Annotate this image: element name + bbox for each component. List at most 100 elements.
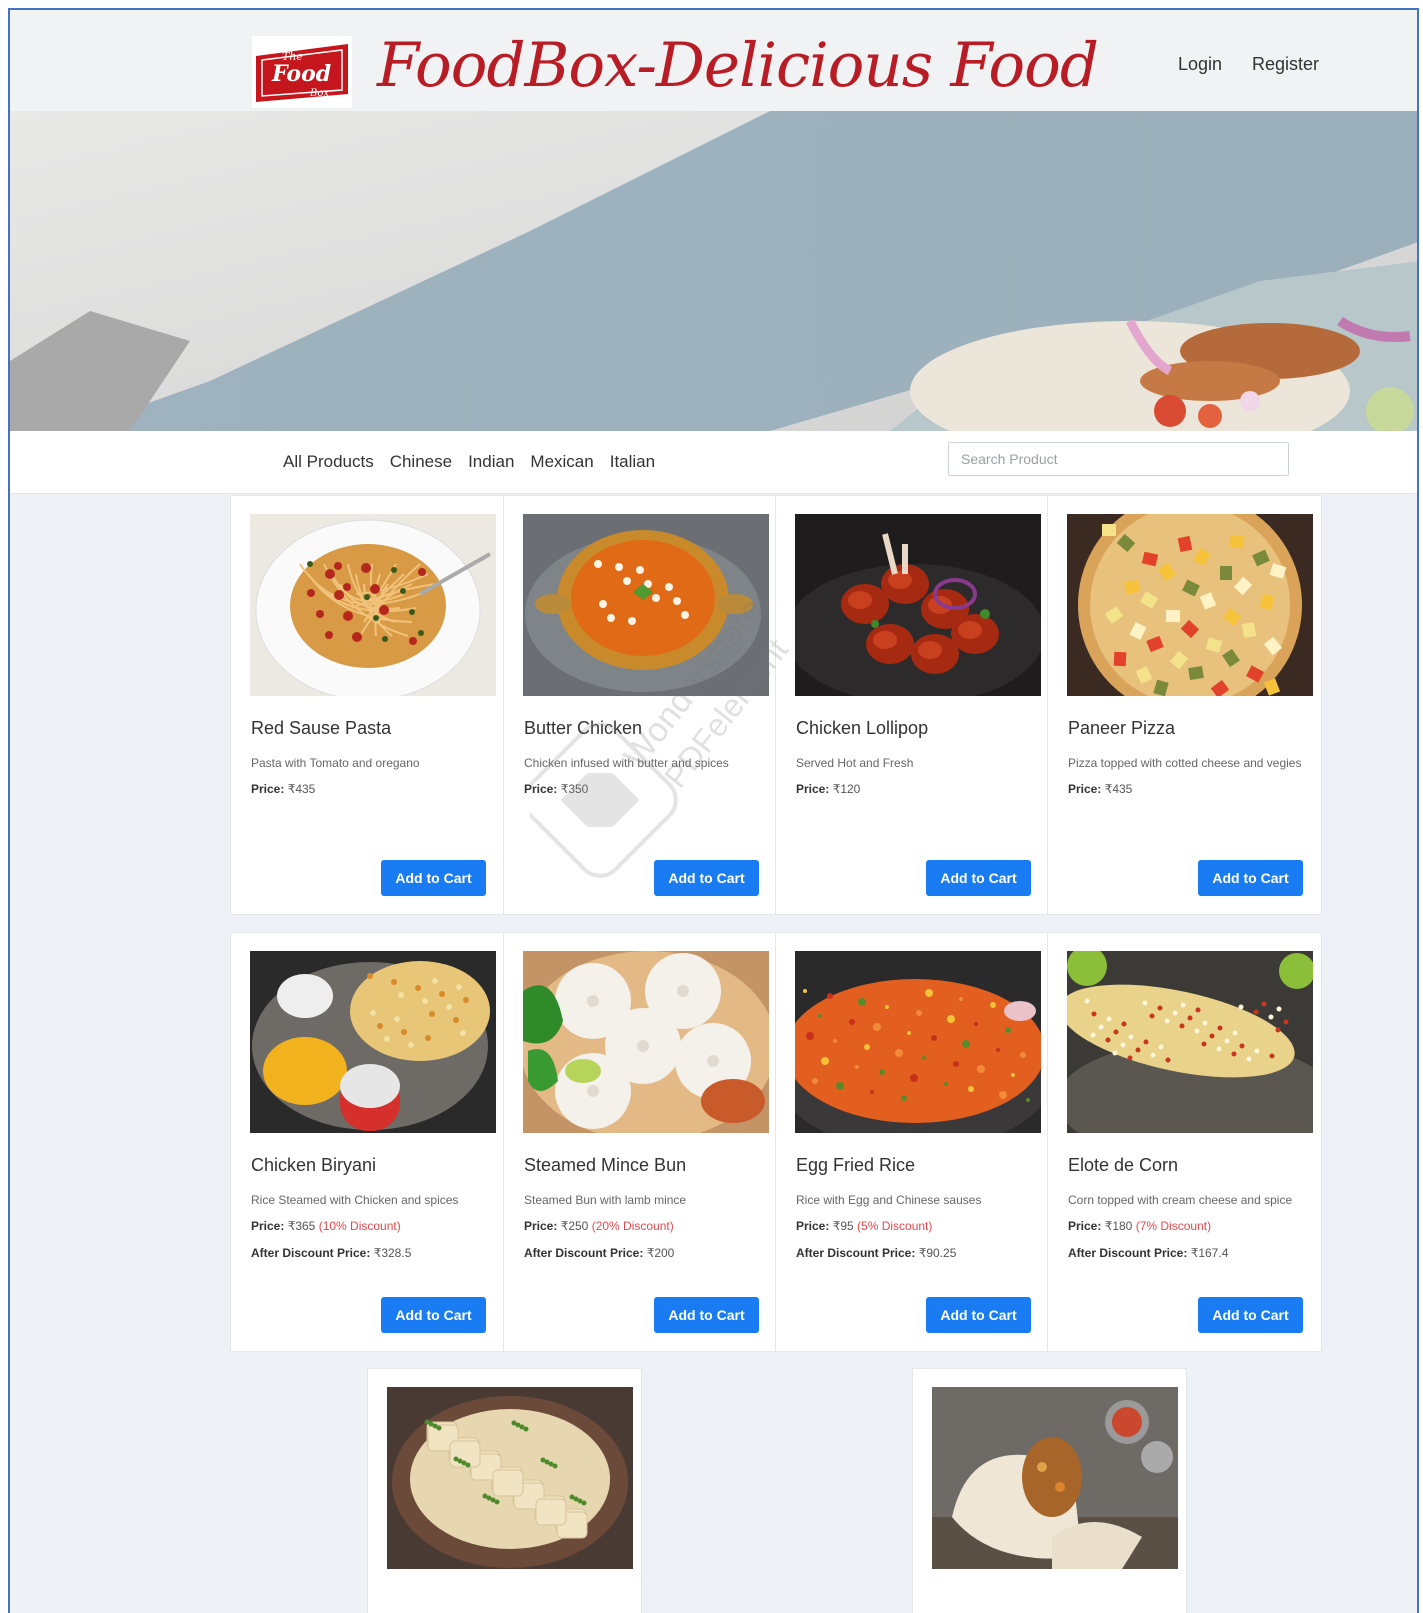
product-description: Rice Steamed with Chicken and spices Pri… [251,1191,491,1262]
ravioli-image[interactable] [387,1387,633,1569]
product-price: Price: ₹180 (7% Discount) [1068,1217,1308,1235]
product-card: Steamed Mince Bun Steamed Bun with lamb … [503,932,778,1352]
price-label: Price: [1068,1219,1102,1233]
product-title: Chicken Lollipop [796,718,929,738]
after-discount-label: After Discount Price: [251,1246,371,1260]
price-label: Price: [251,1219,285,1233]
price-label: Price: [524,782,558,796]
steamed-bun-image[interactable] [523,951,769,1133]
product-description-text: Rice with Egg and Chinese sauses [796,1193,982,1207]
add-to-cart-button[interactable]: Add to Cart [926,860,1031,896]
add-to-cart-button[interactable]: Add to Cart [654,860,759,896]
product-description: Pasta with Tomato and oregano Price: ₹43… [251,754,491,798]
price-value: ₹120 [832,782,861,796]
product-price: Price: ₹120 [796,780,1036,798]
product-title: Paneer Pizza [1068,718,1176,738]
foodbox-logo[interactable]: The Food Box [252,36,352,108]
product-description-text: Rice Steamed with Chicken and spices [251,1193,459,1207]
product-description-text: Chicken infused with butter and spices [524,756,729,770]
product-title: Chicken Biryani [251,1155,377,1175]
product-price: Price: ₹250 (20% Discount) [524,1217,764,1235]
category-nav: All Products Chinese Indian Mexican Ital… [10,431,1417,494]
after-discount-value: ₹167.4 [1190,1246,1229,1260]
product-price: Price: ₹350 [524,780,764,798]
product-description-text: Served Hot and Fresh [796,756,914,770]
logo-text-box: Box [309,88,329,99]
price-label: Price: [1068,782,1102,796]
add-to-cart-button[interactable]: Add to Cart [926,1297,1031,1333]
discount-badge: (20% Discount) [591,1219,674,1233]
after-discount-price: After Discount Price: ₹200 [524,1244,764,1262]
product-title: Red Sause Pasta [251,718,392,738]
egg-fried-rice-image[interactable] [795,951,1041,1133]
discount-badge: (5% Discount) [857,1219,933,1233]
after-discount-value: ₹200 [646,1246,675,1260]
brand-title: FoodBox-Delicious Food [377,30,1099,101]
chicken-lollipop-image[interactable] [795,514,1041,696]
login-link[interactable]: Login [1178,54,1222,75]
after-discount-price: After Discount Price: ₹328.5 [251,1244,491,1262]
price-value: ₹435 [1104,782,1133,796]
category-italian[interactable]: Italian [610,452,655,472]
burrito-image[interactable] [932,1387,1178,1569]
product-card [912,1368,1187,1613]
price-label: Price: [796,1219,830,1233]
category-list: All Products Chinese Indian Mexican Ital… [283,452,655,472]
discount-badge: (10% Discount) [318,1219,401,1233]
price-value: ₹250 [560,1219,589,1233]
product-description-text: Corn topped with cream cheese and spice [1068,1193,1293,1207]
search-input[interactable] [948,442,1289,476]
price-value: ₹350 [560,782,589,796]
product-description-text: Pizza topped with cotted cheese and vegi… [1068,756,1302,770]
product-price: Price: ₹95 (5% Discount) [796,1217,1036,1235]
page-frame: The Food Box FoodBox-Delicious Food Logi… [8,8,1419,1613]
product-description: Served Hot and Fresh Price: ₹120 [796,754,1036,798]
product-title: Egg Fried Rice [796,1155,916,1175]
add-to-cart-button[interactable]: Add to Cart [381,860,486,896]
product-title: Steamed Mince Bun [524,1155,687,1175]
product-price: Price: ₹435 [1068,780,1308,798]
add-to-cart-button[interactable]: Add to Cart [1198,1297,1303,1333]
product-card: Butter Chicken Chicken infused with butt… [503,495,778,915]
product-card: Paneer Pizza Pizza topped with cotted ch… [1047,495,1322,915]
product-price: Price: ₹365 (10% Discount) [251,1217,491,1235]
product-description: Rice with Egg and Chinese sauses Price: … [796,1191,1036,1262]
product-price: Price: ₹435 [251,780,491,798]
register-link[interactable]: Register [1252,54,1319,75]
price-label: Price: [796,782,830,796]
add-to-cart-button[interactable]: Add to Cart [381,1297,486,1333]
product-description: Chicken infused with butter and spices P… [524,754,764,798]
product-card: Elote de Corn Corn topped with cream che… [1047,932,1322,1352]
butter-chicken-image[interactable] [523,514,769,696]
add-to-cart-button[interactable]: Add to Cart [1198,860,1303,896]
after-discount-value: ₹90.25 [918,1246,957,1260]
after-discount-price: After Discount Price: ₹90.25 [796,1244,1036,1262]
add-to-cart-button[interactable]: Add to Cart [654,1297,759,1333]
product-card: Chicken Lollipop Served Hot and Fresh Pr… [775,495,1050,915]
product-description: Steamed Bun with lamb mince Price: ₹250 … [524,1191,764,1262]
price-value: ₹365 [287,1219,316,1233]
paneer-pizza-image[interactable] [1067,514,1313,696]
product-title: Elote de Corn [1068,1155,1179,1175]
site-header: The Food Box FoodBox-Delicious Food Logi… [10,10,1417,111]
price-value: ₹95 [832,1219,854,1233]
category-all-products[interactable]: All Products [283,452,374,472]
product-card [367,1368,642,1613]
price-value: ₹180 [1104,1219,1133,1233]
category-indian[interactable]: Indian [468,452,514,472]
after-discount-value: ₹328.5 [373,1246,412,1260]
discount-badge: (7% Discount) [1135,1219,1212,1233]
category-chinese[interactable]: Chinese [390,452,452,472]
price-value: ₹435 [287,782,316,796]
elote-corn-image[interactable] [1067,951,1313,1133]
product-title: Butter Chicken [524,718,643,738]
chicken-biryani-image[interactable] [250,951,496,1133]
after-discount-label: After Discount Price: [1068,1246,1188,1260]
category-mexican[interactable]: Mexican [530,452,593,472]
price-label: Price: [524,1219,558,1233]
pasta-image[interactable] [250,514,496,696]
product-description-text: Steamed Bun with lamb mince [524,1193,687,1207]
product-card: Chicken Biryani Rice Steamed with Chicke… [230,932,505,1352]
product-description: Corn topped with cream cheese and spice … [1068,1191,1308,1262]
after-discount-label: After Discount Price: [524,1246,644,1260]
